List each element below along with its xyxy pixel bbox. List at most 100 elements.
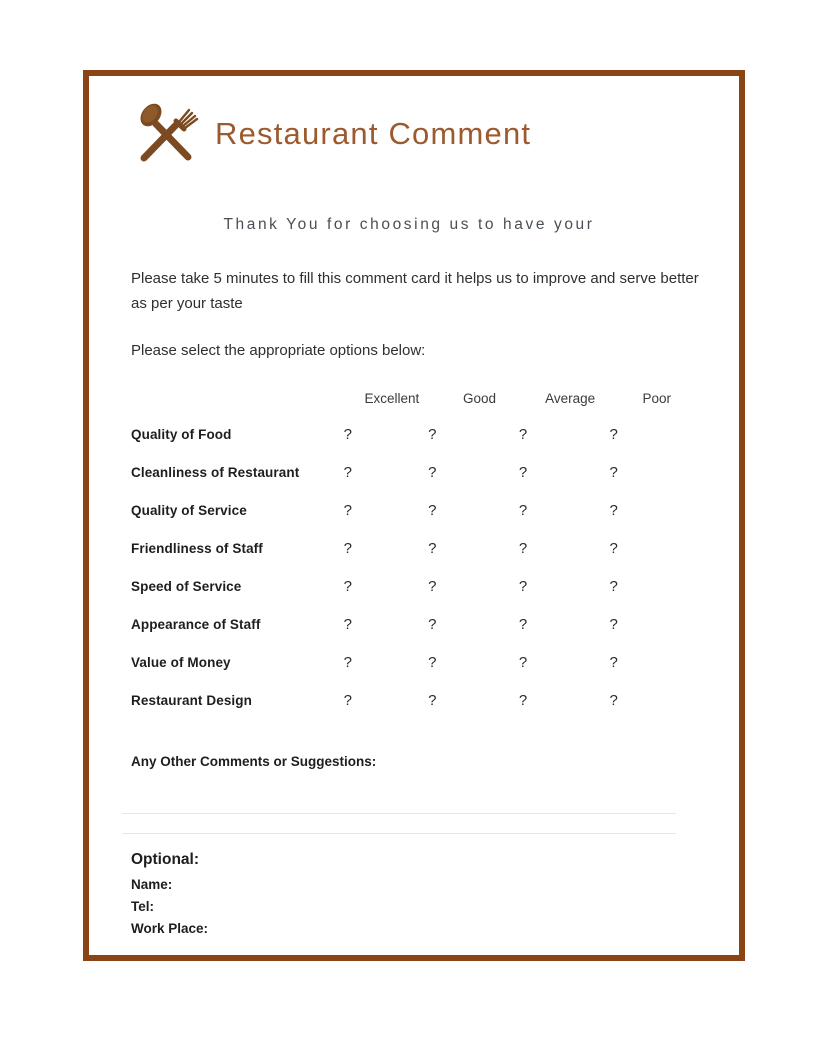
column-header-excellent-label: Excellent	[364, 390, 420, 406]
intro-paragraph: Please take 5 minutes to fill this comme…	[131, 270, 699, 312]
optional-heading: Optional:	[131, 851, 200, 868]
rating-option-restaurant-design-excellent[interactable]: ?	[344, 681, 438, 719]
page-title: Restaurant Comment	[215, 116, 532, 151]
optional-field-work-place[interactable]: Work Place:	[131, 921, 208, 936]
rating-mark: ?	[343, 501, 352, 519]
subtitle-line-2: food with us	[189, 239, 629, 241]
rating-option-restaurant-design-average[interactable]: ?	[519, 681, 619, 719]
optional-field-tel[interactable]: Tel:	[131, 899, 208, 914]
rating-mark: ?	[609, 577, 618, 595]
rating-option-value-of-money-average[interactable]: ?	[519, 643, 619, 681]
column-header-good: Good	[437, 381, 528, 415]
rating-mark: ?	[518, 501, 528, 519]
optional-section: Optional: Name: Tel: Work Place:	[131, 851, 208, 943]
table-header-row: Excellent Good Average Poor	[131, 381, 701, 415]
document-page: Restaurant Comment Thank You for choosin…	[0, 0, 829, 1041]
rating-option-quality-of-food-average[interactable]: ?	[519, 415, 619, 453]
rating-mark: ?	[428, 425, 437, 443]
rating-option-quality-of-food-good[interactable]: ?	[428, 415, 528, 453]
rating-mark: ?	[343, 577, 352, 595]
header-blank	[131, 381, 353, 415]
rating-option-appearance-of-staff-poor[interactable]: ?	[610, 605, 701, 643]
rating-mark: ?	[428, 653, 437, 671]
card-inner: Restaurant Comment Thank You for choosin…	[89, 76, 739, 955]
rating-mark: ?	[609, 425, 618, 443]
row-label-quality-of-service: Quality of Service	[131, 502, 247, 518]
column-header-good-label: Good	[462, 390, 496, 406]
table-row: Friendliness of Staff ? ? ? ?	[131, 529, 701, 567]
rating-option-quality-of-food-excellent[interactable]: ?	[344, 415, 438, 453]
rating-mark: ?	[518, 425, 528, 443]
rating-mark: ?	[609, 615, 618, 633]
rating-option-friendliness-of-staff-excellent[interactable]: ?	[344, 529, 438, 567]
comment-writing-line-2[interactable]	[122, 833, 676, 834]
rating-option-restaurant-design-poor[interactable]: ?	[610, 681, 701, 719]
rating-table-body: Quality of Food ? ? ? ? Cleanliness of R…	[131, 415, 701, 719]
rating-option-restaurant-design-good[interactable]: ?	[428, 681, 528, 719]
rating-option-cleanliness-of-restaurant-good[interactable]: ?	[428, 453, 528, 491]
rating-mark: ?	[428, 615, 437, 633]
rating-mark: ?	[609, 539, 618, 557]
row-label-restaurant-design: Restaurant Design	[131, 692, 252, 708]
rating-mark: ?	[343, 615, 352, 633]
rating-option-friendliness-of-staff-poor[interactable]: ?	[610, 529, 701, 567]
column-header-average-label: Average	[545, 390, 596, 406]
rating-option-quality-of-service-poor[interactable]: ?	[610, 491, 701, 529]
rating-mark: ?	[343, 463, 352, 481]
rating-mark: ?	[428, 691, 437, 709]
rating-option-speed-of-service-excellent[interactable]: ?	[344, 567, 438, 605]
rating-option-quality-of-food-poor[interactable]: ?	[610, 415, 701, 453]
rating-option-appearance-of-staff-average[interactable]: ?	[519, 605, 619, 643]
rating-mark: ?	[343, 653, 352, 671]
row-label-appearance-of-staff: Appearance of Staff	[131, 616, 261, 632]
table-row: Appearance of Staff ? ? ? ?	[131, 605, 701, 643]
rating-table-head: Excellent Good Average Poor	[131, 381, 701, 415]
subtitle-line-1: Thank You for choosing us to have your	[223, 216, 595, 233]
rating-option-value-of-money-excellent[interactable]: ?	[344, 643, 438, 681]
rating-mark: ?	[343, 425, 352, 443]
rating-mark: ?	[609, 463, 618, 481]
row-label-quality-of-food: Quality of Food	[131, 426, 232, 442]
crossed-spoon-fork-icon	[140, 103, 199, 162]
row-label-speed-of-service: Speed of Service	[131, 578, 242, 594]
column-header-poor-label: Poor	[642, 390, 672, 406]
rating-mark: ?	[609, 691, 618, 709]
table-row: Quality of Food ? ? ? ?	[131, 415, 701, 453]
rating-mark: ?	[609, 501, 618, 519]
subtitle-container: Thank You for choosing us to have your f…	[189, 211, 629, 241]
rating-option-speed-of-service-poor[interactable]: ?	[610, 567, 701, 605]
row-label-value-of-money: Value of Money	[131, 654, 231, 670]
rating-option-quality-of-service-average[interactable]: ?	[519, 491, 619, 529]
table-row: Speed of Service ? ? ? ?	[131, 567, 701, 605]
table-row: Cleanliness of Restaurant ? ? ? ?	[131, 453, 701, 491]
rating-mark: ?	[518, 463, 528, 481]
rating-mark: ?	[518, 539, 528, 557]
rating-option-quality-of-service-excellent[interactable]: ?	[344, 491, 438, 529]
table-row: Restaurant Design ? ? ? ?	[131, 681, 701, 719]
rating-option-cleanliness-of-restaurant-excellent[interactable]: ?	[344, 453, 438, 491]
rating-option-cleanliness-of-restaurant-poor[interactable]: ?	[610, 453, 701, 491]
comment-writing-line-1[interactable]	[122, 813, 676, 814]
rating-option-appearance-of-staff-excellent[interactable]: ?	[344, 605, 438, 643]
document-header: Restaurant Comment	[131, 100, 531, 168]
rating-option-quality-of-service-good[interactable]: ?	[428, 491, 528, 529]
rating-option-speed-of-service-average[interactable]: ?	[519, 567, 619, 605]
rating-option-value-of-money-good[interactable]: ?	[428, 643, 528, 681]
instruction-text: Please select the appropriate options be…	[131, 342, 426, 359]
rating-table: Excellent Good Average Poor Quality of F…	[131, 381, 701, 719]
row-label-friendliness-of-staff: Friendliness of Staff	[131, 540, 263, 556]
column-header-excellent: Excellent	[353, 381, 438, 415]
rating-option-friendliness-of-staff-good[interactable]: ?	[428, 529, 528, 567]
rating-option-cleanliness-of-restaurant-average[interactable]: ?	[519, 453, 619, 491]
rating-mark: ?	[518, 577, 528, 595]
rating-mark: ?	[343, 691, 352, 709]
rating-mark: ?	[609, 653, 618, 671]
rating-option-speed-of-service-good[interactable]: ?	[428, 567, 528, 605]
optional-field-name[interactable]: Name:	[131, 877, 208, 892]
rating-mark: ?	[428, 539, 437, 557]
rating-option-value-of-money-poor[interactable]: ?	[610, 643, 701, 681]
rating-mark: ?	[428, 501, 437, 519]
table-row: Quality of Service ? ? ? ?	[131, 491, 701, 529]
rating-option-appearance-of-staff-good[interactable]: ?	[428, 605, 528, 643]
rating-option-friendliness-of-staff-average[interactable]: ?	[519, 529, 619, 567]
